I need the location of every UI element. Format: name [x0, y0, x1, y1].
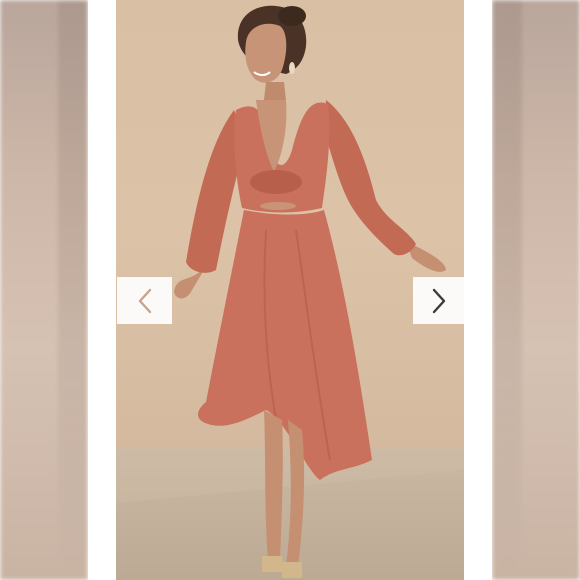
blurred-background-left	[0, 0, 88, 580]
previous-image-button[interactable]	[117, 277, 172, 324]
next-image-button[interactable]	[413, 277, 464, 324]
chevron-right-icon	[432, 288, 445, 313]
frame-border-left	[88, 0, 116, 580]
chevron-left-icon	[138, 288, 151, 313]
frame-border-right	[464, 0, 492, 580]
blurred-background-right	[492, 0, 580, 580]
